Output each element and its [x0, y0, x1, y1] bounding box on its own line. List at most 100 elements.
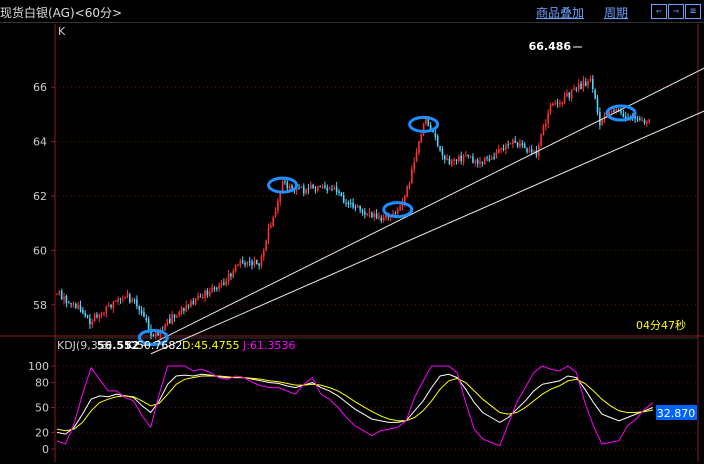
candle-body	[411, 168, 413, 184]
candle-body	[408, 183, 411, 187]
candle-body	[239, 260, 242, 266]
candle-body	[587, 80, 589, 86]
candle-body	[324, 185, 326, 188]
candle-body	[70, 303, 72, 305]
candle-body	[277, 200, 279, 211]
candle-body	[190, 301, 192, 307]
candle-body	[91, 321, 94, 325]
candle-body	[136, 299, 138, 307]
candle-body	[570, 89, 573, 99]
candle-body	[439, 146, 441, 150]
candle-body	[366, 213, 368, 215]
candle-body	[443, 155, 446, 160]
candle-body	[255, 260, 258, 265]
candle-body	[138, 305, 141, 310]
candle-body	[169, 318, 171, 324]
candle-body	[84, 313, 86, 316]
candle-body	[216, 287, 218, 289]
candle-body	[378, 216, 380, 219]
candle-body	[192, 301, 195, 305]
kdj-y-tick-label: 100	[28, 360, 49, 373]
candle-body	[314, 189, 317, 191]
candle-body	[575, 88, 578, 90]
candle-body	[648, 119, 650, 123]
candle-body	[528, 150, 531, 152]
candle-body	[540, 134, 542, 146]
candle-body	[338, 191, 340, 193]
candle-body	[131, 299, 133, 302]
candle-body	[589, 78, 592, 81]
candle-body	[110, 305, 112, 308]
candle-body	[481, 162, 484, 164]
candle-body	[312, 184, 314, 189]
candle-body	[340, 192, 343, 197]
candle-body	[65, 295, 68, 304]
candle-body	[253, 261, 256, 265]
candle-body	[483, 158, 486, 164]
candle-body	[349, 203, 352, 205]
candle-body	[265, 240, 267, 251]
candle-body	[505, 144, 507, 150]
candle-body	[559, 102, 561, 105]
candle-body	[592, 78, 594, 90]
candle-body	[399, 206, 401, 211]
candle-body	[582, 80, 585, 89]
candle-body	[613, 110, 615, 112]
candle-body	[624, 116, 627, 119]
candle-body	[166, 319, 169, 325]
candle-body	[225, 281, 227, 286]
candle-body	[380, 217, 383, 222]
candle-body	[291, 185, 293, 189]
candle-body	[599, 112, 601, 126]
candle-body	[361, 209, 364, 213]
candle-body	[279, 193, 282, 202]
candle-body	[241, 260, 244, 263]
candle-body	[86, 315, 89, 318]
candle-body	[502, 148, 505, 150]
candle-body	[427, 118, 430, 126]
candle-body	[498, 149, 500, 153]
candle-body	[204, 290, 206, 298]
candle-body	[526, 148, 528, 153]
candle-body	[467, 154, 470, 157]
candle-body	[493, 157, 495, 159]
candle-body	[154, 331, 157, 337]
main-y-tick-label: 58	[33, 299, 47, 312]
candle-body	[220, 283, 223, 286]
candle-body	[474, 160, 477, 163]
candle-body	[227, 273, 230, 282]
candle-body	[197, 295, 199, 299]
candle-body	[453, 159, 455, 162]
candle-body	[72, 303, 75, 305]
kdj-y-tick-label: 20	[35, 426, 49, 439]
candle-body	[561, 101, 564, 104]
main-y-tick-label: 64	[33, 136, 47, 149]
candle-body	[420, 133, 423, 143]
candle-body	[469, 155, 472, 157]
candle-body	[568, 92, 571, 98]
candle-body	[270, 225, 272, 228]
candle-body	[486, 157, 488, 159]
candle-body	[418, 141, 420, 153]
candle-body	[185, 305, 188, 312]
candle-body	[117, 299, 119, 302]
candle-body	[552, 103, 554, 106]
k-value-label: K:50.7682	[126, 339, 182, 352]
candle-body	[230, 273, 232, 277]
candle-body	[636, 118, 639, 120]
candle-body	[622, 113, 625, 118]
candle-body	[98, 315, 101, 318]
chart-canvas[interactable]: 58606264660205080100 56.55266.486 K 04分4…	[0, 0, 704, 464]
candle-body	[260, 256, 263, 266]
candle-body	[392, 213, 394, 215]
candle-body	[396, 209, 399, 214]
candle-body	[208, 291, 211, 297]
candle-body	[180, 307, 183, 313]
candle-body	[509, 143, 512, 145]
candle-body	[512, 139, 514, 145]
candle-body	[521, 143, 524, 146]
candle-body	[183, 308, 185, 311]
candle-body	[272, 217, 274, 227]
candle-body	[258, 263, 260, 266]
candle-body	[375, 213, 378, 219]
